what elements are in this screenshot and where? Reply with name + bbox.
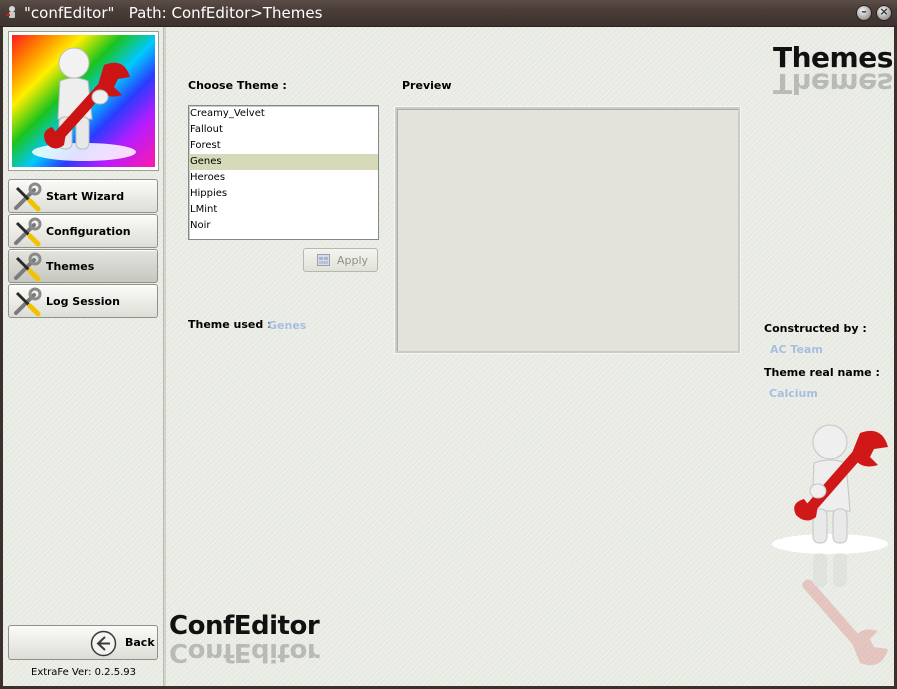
tools-icon: [14, 182, 42, 212]
apply-button[interactable]: Apply: [303, 248, 378, 272]
app-logo: [8, 31, 159, 171]
brand-text-reflection: ConfEditor: [169, 637, 320, 667]
back-button[interactable]: Back: [8, 625, 158, 660]
sidebar-item-configuration[interactable]: Configuration: [8, 214, 158, 248]
apply-icon: [317, 254, 330, 266]
list-item[interactable]: Noir: [189, 218, 378, 234]
theme-real-name-value: Calcium: [769, 387, 818, 400]
back-arrow-icon: [90, 630, 117, 657]
choose-theme-label: Choose Theme :: [188, 79, 287, 92]
list-item[interactable]: LMint: [189, 202, 378, 218]
list-item[interactable]: Fallout: [189, 122, 378, 138]
theme-list[interactable]: Creamy_Velvet Fallout Forest Genes Heroe…: [188, 105, 379, 240]
list-item[interactable]: Creamy_Velvet: [189, 106, 378, 122]
theme-preview-area: [394, 106, 741, 354]
version-text: ExtraFe Ver: 0.2.5.93: [31, 667, 136, 678]
back-label: Back: [125, 636, 155, 649]
sidebar-item-label: Start Wizard: [46, 190, 125, 203]
constructed-by-label: Constructed by :: [764, 322, 867, 335]
theme-used-value: Genes: [268, 319, 307, 332]
list-item[interactable]: Heroes: [189, 170, 378, 186]
list-item[interactable]: Hippies: [189, 186, 378, 202]
wrench-man-mascot-icon: [772, 424, 888, 666]
close-icon[interactable]: ×: [876, 5, 892, 21]
list-item[interactable]: Forest: [189, 138, 378, 154]
apply-label: Apply: [337, 254, 369, 267]
sidebar-item-themes[interactable]: Themes: [8, 249, 158, 283]
tools-icon: [14, 252, 42, 282]
preview-label: Preview: [402, 79, 452, 92]
sidebar-item-label: Log Session: [46, 295, 120, 308]
wrench-man-logo-icon: [32, 47, 136, 161]
constructed-by-value: AC Team: [770, 343, 823, 356]
tools-icon: [14, 287, 42, 317]
sidebar-item-log-session[interactable]: Log Session: [8, 284, 158, 318]
sidebar-item-label: Configuration: [46, 225, 131, 238]
sidebar-item-start-wizard[interactable]: Start Wizard: [8, 179, 158, 213]
window-title: "confEditor" Path: ConfEditor>Themes: [24, 4, 323, 22]
sidebar: Start Wizard Configuration Themes Log Se…: [3, 27, 166, 686]
theme-used-label: Theme used :: [188, 318, 272, 331]
tools-icon: [14, 217, 42, 247]
theme-real-name-label: Theme real name :: [764, 366, 880, 379]
page-title-reflection: Themes: [773, 67, 893, 100]
window-title-bar: "confEditor" Path: ConfEditor>Themes – ×: [0, 0, 897, 27]
minimize-icon[interactable]: –: [856, 5, 872, 21]
sidebar-item-label: Themes: [46, 260, 95, 273]
list-item-selected[interactable]: Genes: [189, 154, 378, 170]
window-client-area: Start Wizard Configuration Themes Log Se…: [3, 27, 894, 686]
app-icon: [6, 6, 15, 18]
